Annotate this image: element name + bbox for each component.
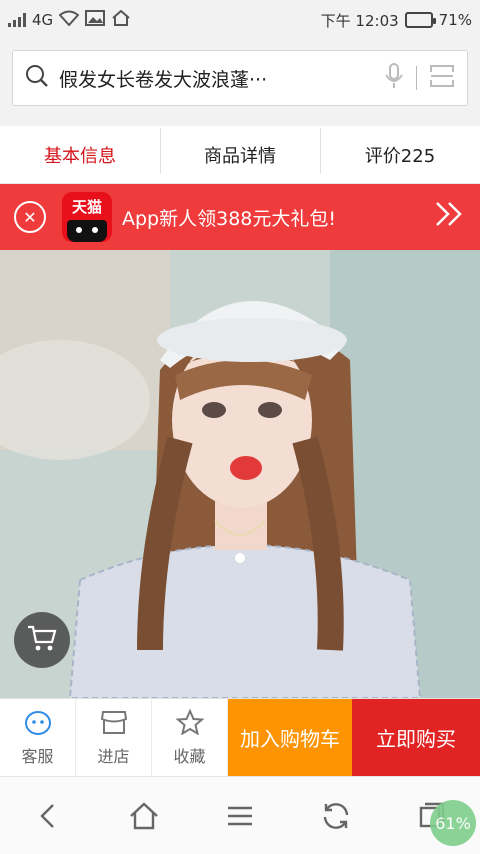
double-chevron-right-icon — [434, 200, 466, 235]
microphone-icon[interactable] — [384, 63, 404, 93]
battery-icon — [404, 12, 436, 28]
battery-percent: 71% — [438, 11, 472, 29]
favorite-button[interactable]: 收藏 — [152, 699, 228, 776]
store-icon — [100, 709, 128, 739]
floating-cart-button[interactable] — [14, 612, 70, 668]
tab-reviews-label: 评价225 — [364, 145, 436, 167]
favorite-label: 收藏 — [173, 746, 206, 766]
refresh-icon[interactable] — [312, 792, 360, 840]
progress-badge: 61% — [430, 800, 476, 846]
clock: 下午 12:03 — [320, 11, 399, 30]
product-photo-illustration — [0, 250, 480, 698]
home-status-icon — [111, 9, 131, 30]
service-face-icon — [24, 709, 52, 739]
tmall-logo: 天猫 — [62, 192, 112, 242]
customer-service-label: 客服 — [21, 746, 54, 766]
product-page: 4G 下午 12:03 71% 假发女长卷发大波浪蓬··· 基本信息 商品详情 … — [0, 0, 480, 854]
status-bar: 4G 下午 12:03 71% — [0, 0, 480, 40]
tab-reviews[interactable]: 评价225 — [320, 127, 480, 174]
network-label: 4G — [32, 11, 54, 29]
wifi-icon — [58, 10, 80, 30]
menu-icon[interactable] — [216, 792, 264, 840]
app-promo-banner[interactable]: ✕ 天猫 App新人领388元大礼包! — [0, 184, 480, 250]
search-area: 假发女长卷发大波浪蓬··· — [0, 40, 480, 126]
star-icon — [174, 708, 205, 739]
tmall-cat-icon — [67, 220, 107, 242]
add-to-cart-button[interactable]: 加入购物车 — [228, 699, 352, 776]
buy-now-button[interactable]: 立即购买 — [352, 699, 480, 776]
visit-store-button[interactable]: 进店 — [76, 699, 152, 776]
product-image[interactable] — [0, 250, 480, 698]
browser-nav-bar — [0, 776, 480, 854]
tmall-logo-text: 天猫 — [71, 198, 102, 216]
back-icon[interactable] — [24, 792, 72, 840]
customer-service-button[interactable]: 客服 — [0, 699, 76, 776]
visit-store-label: 进店 — [97, 746, 130, 766]
promo-text: App新人领388元大礼包! — [122, 207, 337, 230]
search-icon — [25, 64, 49, 92]
close-icon[interactable]: ✕ — [14, 201, 46, 233]
search-query: 假发女长卷发大波浪蓬··· — [59, 68, 268, 91]
home-icon[interactable] — [120, 792, 168, 840]
signal-icon — [8, 13, 26, 27]
tab-product-details[interactable]: 商品详情 — [160, 127, 320, 174]
scan-icon[interactable] — [429, 63, 455, 93]
image-icon — [85, 10, 106, 30]
search-input[interactable]: 假发女长卷发大波浪蓬··· — [12, 50, 468, 106]
cart-icon — [27, 624, 57, 656]
search-divider — [416, 66, 417, 90]
tab-basic-info[interactable]: 基本信息 — [0, 142, 160, 168]
detail-tabs: 基本信息 商品详情 评价225 — [0, 126, 480, 184]
purchase-action-bar: 客服 进店 收藏 加入购物车 立即购买 — [0, 698, 480, 776]
